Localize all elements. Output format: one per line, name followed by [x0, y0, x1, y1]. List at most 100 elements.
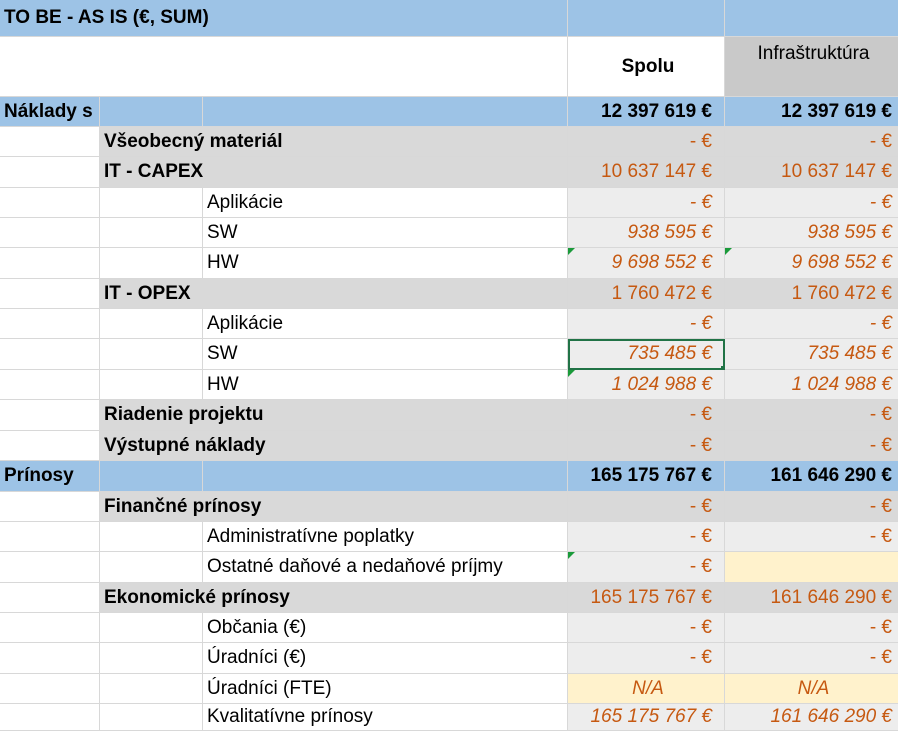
infra-cell[interactable]: - € — [725, 613, 898, 643]
blank-cell[interactable] — [100, 674, 203, 704]
blank-cell[interactable] — [203, 97, 568, 127]
blank-cell[interactable] — [0, 157, 100, 188]
spolu-cell[interactable]: - € — [568, 127, 725, 157]
blank-cell[interactable] — [100, 97, 203, 127]
blank-cell[interactable] — [0, 613, 100, 643]
infra-cell[interactable]: 161 646 290 € — [725, 461, 898, 492]
spolu-cell[interactable]: 165 175 767 € — [568, 704, 725, 731]
spolu-cell[interactable]: N/A — [568, 674, 725, 704]
blank-cell[interactable] — [203, 461, 568, 492]
spolu-cell[interactable]: 165 175 767 € — [568, 461, 725, 492]
label-cell[interactable]: Náklady s DPH — [0, 97, 100, 127]
blank-cell[interactable] — [100, 461, 203, 492]
blank-cell[interactable] — [100, 643, 203, 674]
label-cell[interactable]: Ostatné daňové a nedaňové príjmy — [203, 552, 568, 583]
label-cell[interactable]: Ekonomické prínosy — [100, 583, 568, 613]
label-cell[interactable]: Prínosy — [0, 461, 100, 492]
header-spolu-cell[interactable]: Spolu — [568, 37, 725, 97]
spolu-cell[interactable]: 165 175 767 € — [568, 583, 725, 613]
title-cell[interactable]: TO BE - AS IS (€, SUM) — [0, 0, 568, 37]
infra-cell[interactable]: 10 637 147 € — [725, 157, 898, 188]
spolu-cell[interactable]: - € — [568, 431, 725, 461]
label-cell[interactable]: Riadenie projektu — [100, 400, 568, 431]
title-cell-infra[interactable] — [725, 0, 898, 37]
label-cell[interactable]: Finančné prínosy — [100, 492, 568, 522]
blank-cell[interactable] — [0, 522, 100, 552]
blank-cell[interactable] — [100, 339, 203, 370]
spolu-cell[interactable]: - € — [568, 309, 725, 339]
spolu-cell[interactable]: 9 698 552 € — [568, 248, 725, 279]
label-cell[interactable]: Výstupné náklady — [100, 431, 568, 461]
blank-cell[interactable] — [0, 339, 100, 370]
label-cell[interactable]: Aplikácie — [203, 188, 568, 218]
blank-cell[interactable] — [0, 188, 100, 218]
infra-cell[interactable]: 938 595 € — [725, 218, 898, 248]
label-cell[interactable]: HW — [203, 248, 568, 279]
spolu-cell[interactable]: - € — [568, 188, 725, 218]
blank-cell[interactable] — [0, 400, 100, 431]
infra-cell[interactable]: 1 024 988 € — [725, 370, 898, 400]
infra-cell[interactable]: 735 485 € — [725, 339, 898, 370]
infra-cell[interactable]: 161 646 290 € — [725, 583, 898, 613]
blank-cell[interactable] — [0, 492, 100, 522]
infra-cell[interactable]: - € — [725, 522, 898, 552]
spolu-cell[interactable]: - € — [568, 492, 725, 522]
infra-cell[interactable]: - € — [725, 431, 898, 461]
header-blank-cell[interactable] — [0, 37, 568, 97]
blank-cell[interactable] — [0, 248, 100, 279]
blank-cell[interactable] — [100, 613, 203, 643]
label-cell[interactable]: Kvalitatívne prínosy — [203, 704, 568, 731]
blank-cell[interactable] — [100, 309, 203, 339]
blank-cell[interactable] — [0, 704, 100, 731]
blank-cell[interactable] — [0, 218, 100, 248]
label-cell[interactable]: IT - CAPEX — [100, 157, 568, 188]
spolu-cell[interactable]: 1 024 988 € — [568, 370, 725, 400]
infra-cell[interactable] — [725, 552, 898, 583]
spolu-cell-selected[interactable]: 735 485 € — [568, 339, 727, 372]
infra-cell[interactable]: - € — [725, 643, 898, 674]
label-cell[interactable]: HW — [203, 370, 568, 400]
header-infra-cell[interactable]: Infraštruktúra — [725, 37, 898, 97]
blank-cell[interactable] — [100, 370, 203, 400]
label-cell[interactable]: Úradníci (€) — [203, 643, 568, 674]
spolu-cell[interactable]: - € — [568, 613, 725, 643]
label-cell[interactable]: SW — [203, 339, 568, 370]
title-cell-spolu[interactable] — [568, 0, 725, 37]
blank-cell[interactable] — [100, 704, 203, 731]
infra-cell[interactable]: 161 646 290 € — [725, 704, 898, 731]
blank-cell[interactable] — [100, 552, 203, 583]
label-cell[interactable]: SW — [203, 218, 568, 248]
blank-cell[interactable] — [0, 279, 100, 309]
blank-cell[interactable] — [0, 127, 100, 157]
label-cell[interactable]: Úradníci (FTE) — [203, 674, 568, 704]
spolu-cell[interactable]: - € — [568, 643, 725, 674]
blank-cell[interactable] — [100, 218, 203, 248]
infra-cell[interactable]: - € — [725, 309, 898, 339]
label-cell[interactable]: Všeobecný materiál — [100, 127, 568, 157]
infra-cell[interactable]: 12 397 619 € — [725, 97, 898, 127]
spolu-cell[interactable]: - € — [568, 522, 725, 552]
spolu-cell[interactable]: 10 637 147 € — [568, 157, 725, 188]
label-cell[interactable]: Aplikácie — [203, 309, 568, 339]
blank-cell[interactable] — [0, 583, 100, 613]
label-cell[interactable]: Občania (€) — [203, 613, 568, 643]
blank-cell[interactable] — [100, 248, 203, 279]
blank-cell[interactable] — [0, 309, 100, 339]
blank-cell[interactable] — [0, 674, 100, 704]
infra-cell[interactable]: - € — [725, 188, 898, 218]
spolu-cell[interactable]: 12 397 619 € — [568, 97, 725, 127]
spolu-cell[interactable]: - € — [568, 552, 725, 583]
blank-cell[interactable] — [0, 431, 100, 461]
label-cell[interactable]: IT - OPEX — [100, 279, 568, 309]
blank-cell[interactable] — [100, 522, 203, 552]
spolu-cell[interactable]: - € — [568, 400, 725, 431]
label-cell[interactable]: Administratívne poplatky — [203, 522, 568, 552]
infra-cell[interactable]: - € — [725, 492, 898, 522]
infra-cell[interactable]: - € — [725, 127, 898, 157]
spolu-cell[interactable]: 1 760 472 € — [568, 279, 725, 309]
spolu-cell[interactable]: 938 595 € — [568, 218, 725, 248]
blank-cell[interactable] — [100, 188, 203, 218]
infra-cell[interactable]: N/A — [725, 674, 898, 704]
infra-cell[interactable]: 9 698 552 € — [725, 248, 898, 279]
blank-cell[interactable] — [0, 643, 100, 674]
